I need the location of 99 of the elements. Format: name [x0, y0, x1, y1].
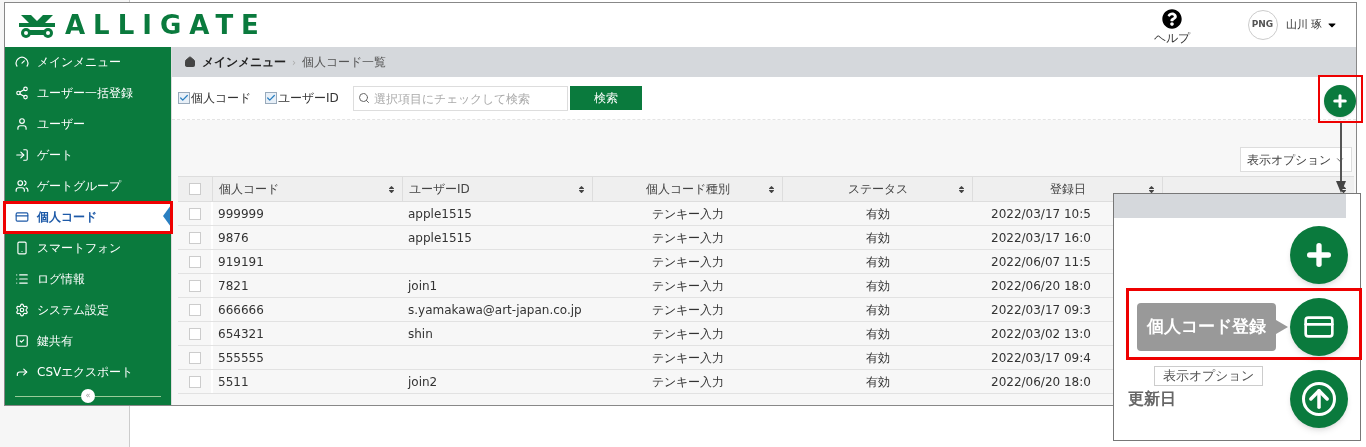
login-icon — [15, 148, 29, 162]
table-cell-text: 有効 — [865, 373, 891, 391]
table-cell-text: apple1515 — [408, 205, 472, 223]
checkbox[interactable] — [188, 207, 201, 220]
tooltip: 個人コード登録 — [1137, 303, 1276, 351]
help-button[interactable]: ヘルプ — [1153, 9, 1190, 47]
share-arrow-icon — [15, 365, 29, 379]
table-cell-text: 5511 — [218, 373, 249, 391]
checkbox[interactable] — [178, 92, 190, 104]
table-cell-text: 555555 — [218, 349, 264, 367]
table-cell-text: 2022/03/17 16:0 — [991, 229, 1091, 247]
table-cell-text: 2022/03/02 13:0 — [991, 325, 1091, 343]
table-cell-text: 有効 — [865, 349, 891, 367]
table-cell-text: 2022/06/07 11:5 — [991, 253, 1091, 271]
gauge-icon — [15, 55, 29, 69]
column-header[interactable]: 個人コード — [219, 180, 279, 198]
table-cell-text: 2022/06/20 18:0 — [991, 277, 1091, 295]
users-icon — [15, 179, 29, 193]
checkbox[interactable] — [189, 183, 201, 195]
table-cell-text: 999999 — [218, 205, 264, 223]
table-cell-text: テンキー入力 — [651, 349, 725, 367]
sort-icon[interactable] — [1147, 184, 1156, 194]
display-options-button[interactable]: 表示オプション — [1154, 366, 1263, 386]
table-cell-text: 2022/06/20 18:0 — [991, 373, 1091, 391]
table-cell-text: 有効 — [865, 205, 891, 223]
smartphone-icon — [15, 241, 29, 255]
filter-label[interactable]: 個人コード — [191, 89, 251, 107]
table-cell-text: テンキー入力 — [651, 229, 725, 247]
table-cell-text: 有効 — [865, 301, 891, 319]
checkbox[interactable] — [265, 92, 277, 104]
gear-icon — [15, 303, 29, 317]
table-cell-text: 9876 — [218, 229, 249, 247]
checkbox[interactable] — [188, 231, 201, 244]
pointer-icon — [163, 205, 171, 227]
sort-icon[interactable] — [767, 184, 776, 194]
table-cell-text: apple1515 — [408, 229, 472, 247]
table-cell-text: 2022/03/17 10:5 — [991, 205, 1091, 223]
table-cell-text: 2022/03/17 09:4 — [991, 349, 1091, 367]
home-icon — [184, 56, 196, 68]
tooltip-arrow-icon — [1276, 320, 1288, 334]
checkbox-icon — [15, 334, 29, 348]
card-icon — [15, 210, 29, 224]
table-cell-text: テンキー入力 — [651, 301, 725, 319]
list-icon — [15, 272, 29, 286]
checkbox[interactable] — [188, 303, 201, 316]
breadcrumb-current: 個人コード一覧 — [302, 54, 386, 71]
table-cell-text: 有効 — [865, 277, 891, 295]
table-cell-text: テンキー入力 — [651, 205, 725, 223]
plus-icon — [1331, 92, 1349, 110]
table-cell-text: テンキー入力 — [651, 277, 725, 295]
table-cell-text: 2022/03/17 09:3 — [991, 301, 1091, 319]
column-header[interactable]: 個人コード種別 — [645, 180, 730, 198]
sort-icon[interactable] — [1339, 184, 1348, 194]
upload-button[interactable] — [1290, 370, 1348, 428]
checkbox[interactable] — [188, 375, 201, 388]
share-icon — [15, 86, 29, 100]
column-header[interactable]: 更新日 — [1128, 387, 1176, 411]
column-header[interactable]: ユーザーID — [409, 180, 470, 198]
user-icon — [15, 117, 29, 131]
add-button[interactable] — [1290, 226, 1348, 284]
table-cell-text: join2 — [408, 373, 438, 391]
table-cell-text: 666666 — [218, 301, 264, 319]
breadcrumb-link[interactable]: メインメニュー — [202, 53, 286, 71]
checkbox[interactable] — [188, 327, 201, 340]
breadcrumb-separator: › — [292, 55, 296, 70]
display-options-button[interactable]: 表示オプション — [1240, 147, 1352, 172]
sidebar-item[interactable]: 個人コード — [5, 203, 171, 231]
sort-icon[interactable] — [387, 184, 396, 194]
avatar[interactable]: PNG — [1247, 10, 1278, 40]
table-cell-text: s.yamakawa@art-japan.co.jp — [408, 301, 582, 319]
table-cell-text: 919191 — [218, 253, 264, 271]
table-cell-text: 有効 — [865, 325, 891, 343]
search-button[interactable]: 検索 — [569, 86, 642, 110]
column-header[interactable]: 登録日 — [1049, 180, 1086, 198]
table-cell-text: 有効 — [865, 253, 891, 271]
table-cell-text: 654321 — [218, 325, 264, 343]
column-header[interactable]: ステータス — [847, 180, 908, 198]
checkbox[interactable] — [188, 279, 201, 292]
table-cell-text: テンキー入力 — [651, 373, 725, 391]
help-icon — [1161, 9, 1182, 29]
search-icon — [357, 91, 370, 104]
search-field[interactable]: 選択項目にチェックして検索 — [352, 86, 568, 111]
register-card-button[interactable] — [1290, 298, 1348, 356]
table-cell-text: テンキー入力 — [651, 253, 725, 271]
sort-icon[interactable] — [577, 184, 586, 194]
table-cell-text: 7821 — [218, 277, 249, 295]
sort-icon[interactable] — [957, 184, 966, 194]
logo-text: ALLIGATE — [65, 8, 267, 42]
checkbox[interactable] — [188, 255, 201, 268]
table-cell-text: join1 — [408, 277, 438, 295]
table-cell-text: 有効 — [865, 229, 891, 247]
upload-icon — [1302, 382, 1336, 416]
filter-label[interactable]: ユーザーID — [278, 89, 339, 107]
highlight-frame — [1318, 75, 1363, 123]
user-name[interactable]: 山川 琢 — [1285, 16, 1322, 34]
table-cell-text: shin — [408, 325, 433, 343]
table-cell-text: テンキー入力 — [651, 325, 725, 343]
checkbox[interactable] — [188, 351, 201, 364]
pointer-arrow — [1336, 123, 1346, 193]
